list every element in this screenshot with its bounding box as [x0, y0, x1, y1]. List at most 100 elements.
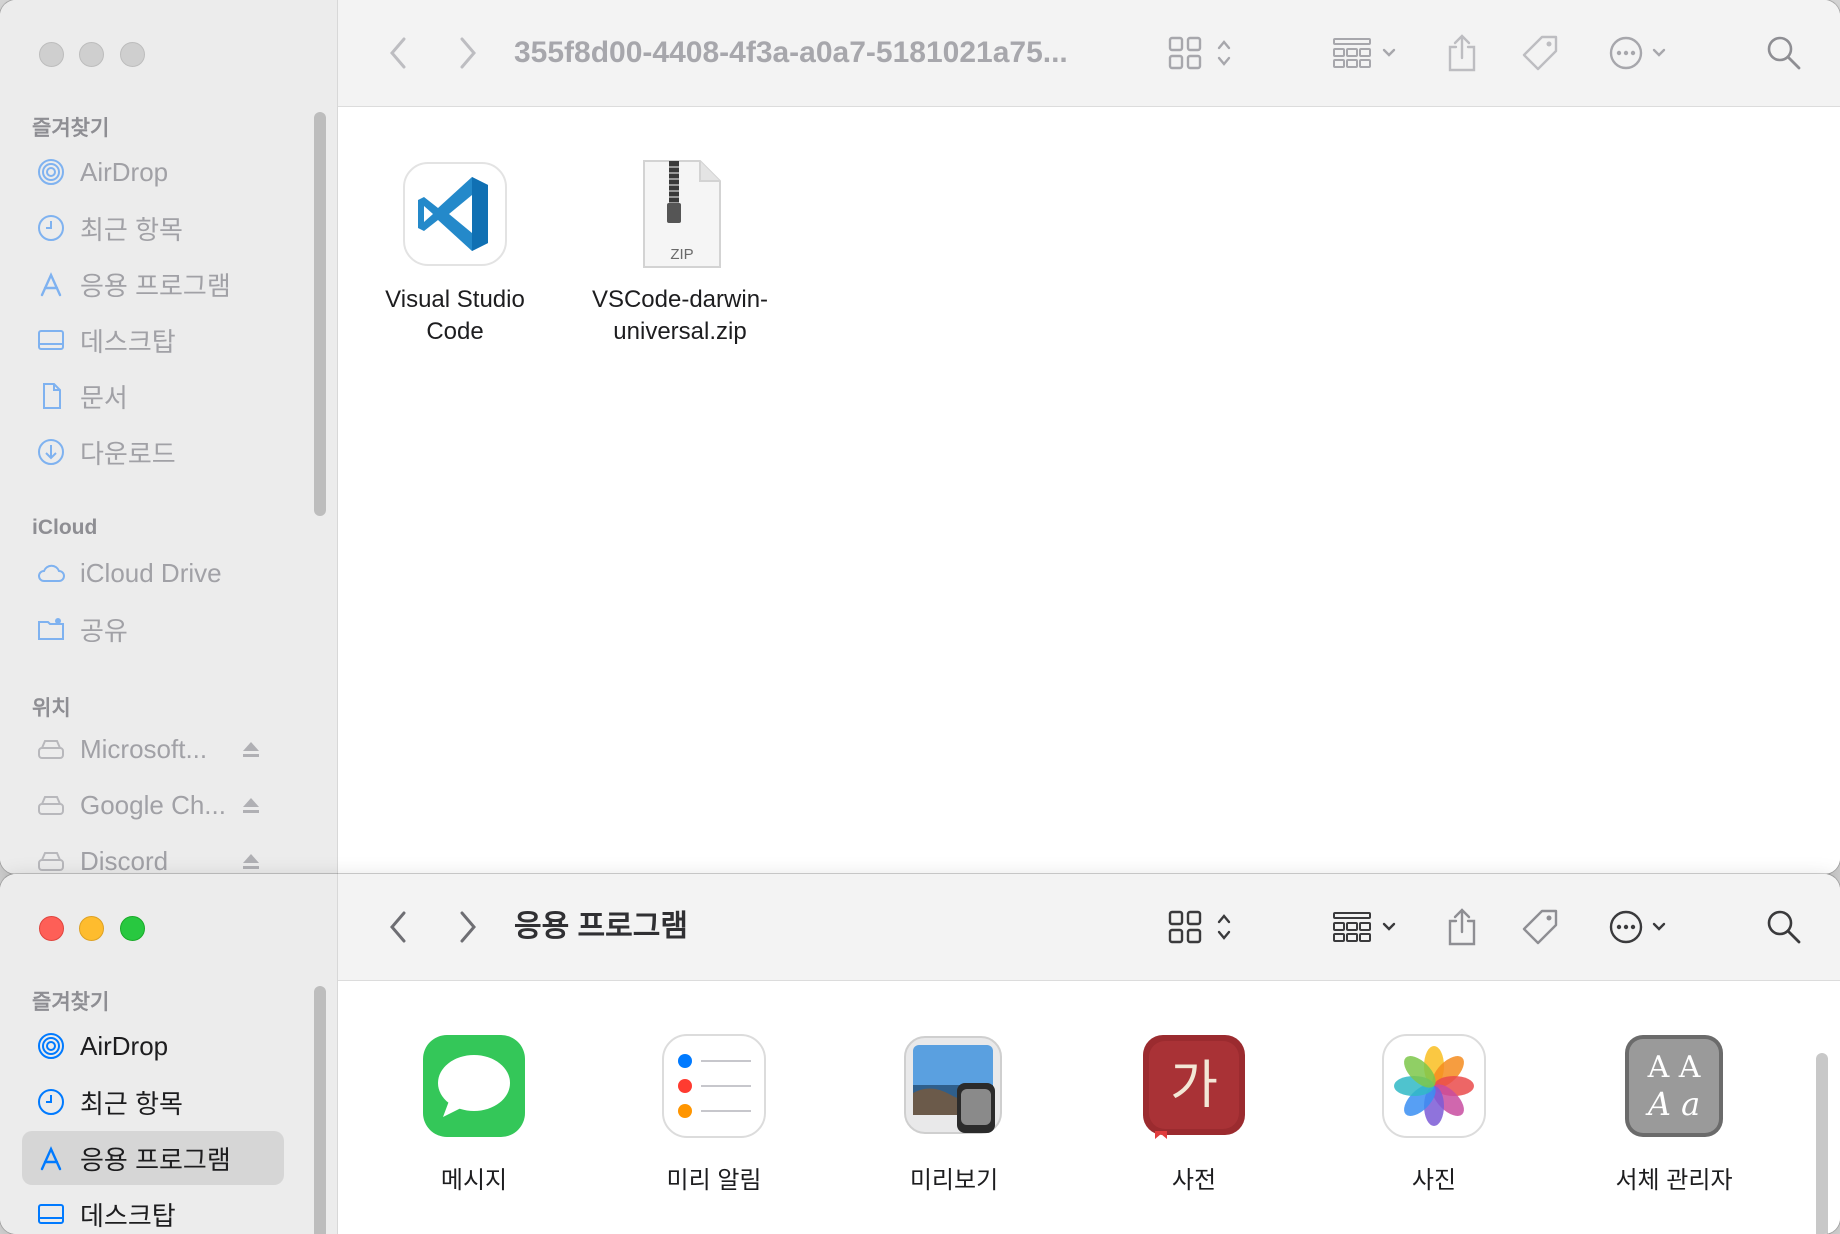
sidebar-item-airdrop[interactable]: AirDrop — [22, 1019, 284, 1073]
sidebar-item-shared[interactable]: 공유 — [22, 602, 284, 656]
view-mode-button[interactable] — [1168, 30, 1248, 76]
app-item-preview[interactable]: 미리보기 — [854, 1033, 1054, 1195]
sidebar-item-label: 응용 프로그램 — [80, 1144, 231, 1175]
drive-icon — [38, 796, 64, 815]
sidebar-item-label: 공유 — [80, 615, 128, 646]
more-actions-button[interactable] — [1608, 30, 1678, 76]
airdrop-icon — [38, 159, 64, 185]
back-button[interactable] — [378, 30, 418, 76]
search-button[interactable] — [1762, 904, 1806, 950]
minimize-button[interactable] — [79, 916, 104, 941]
sidebar-item-label: 문서 — [80, 382, 128, 413]
sidebar-item-desktop[interactable]: 데스크탑 — [22, 1187, 284, 1234]
drive-icon — [38, 852, 64, 871]
share-icon — [1448, 908, 1476, 946]
share-button[interactable] — [1442, 30, 1482, 76]
desktop-icon — [38, 1204, 64, 1224]
zoom-button[interactable] — [120, 916, 145, 941]
content-scrollbar[interactable] — [1816, 1053, 1828, 1234]
finder-window-applications: 즐겨찾기 AirDrop 최근 항목 응용 프로그램 데스크탑 응용 프로그램 … — [0, 874, 1840, 1234]
sidebar-item-applications[interactable]: 응용 프로그램 — [22, 1131, 284, 1185]
file-name-line2: Code — [426, 318, 484, 345]
document-icon — [43, 383, 61, 409]
sidebar-item-recents[interactable]: 최근 항목 — [22, 201, 284, 255]
sidebar-item-label: 최근 항목 — [80, 214, 183, 245]
sidebar-item-label: 응용 프로그램 — [80, 270, 231, 301]
more-actions-button[interactable] — [1608, 904, 1678, 950]
eject-icon[interactable] — [240, 738, 262, 760]
sidebar-item-recents[interactable]: 최근 항목 — [22, 1075, 284, 1129]
app-name: 미리보기 — [909, 1167, 999, 1194]
app-item-messages[interactable]: 메시지 — [374, 1033, 574, 1195]
zoom-button[interactable] — [120, 42, 145, 67]
sidebar-section-favorites: 즐겨찾기 — [32, 117, 110, 140]
file-item-vscode-zip[interactable]: ZIP VSCode-darwin- universal.zip — [575, 159, 785, 348]
group-button[interactable] — [1332, 30, 1404, 76]
sidebar-section-favorites: 즐겨찾기 — [32, 991, 110, 1014]
search-icon — [1767, 36, 1801, 70]
sidebar-item-label: AirDrop — [80, 1030, 169, 1061]
zip-file-icon: ZIP — [643, 160, 721, 268]
preview-icon — [904, 1036, 1002, 1134]
back-button[interactable] — [378, 904, 418, 950]
sidebar-item-location-discord[interactable]: Discord — [22, 834, 284, 874]
app-item-reminders[interactable]: 미리 알림 — [614, 1033, 814, 1195]
sidebar-item-desktop[interactable]: 데스크탑 — [22, 313, 284, 367]
share-icon — [1448, 34, 1476, 72]
sidebar-item-location-google-chrome[interactable]: Google Ch... — [22, 778, 284, 832]
group-icon — [1333, 38, 1396, 68]
sidebar-item-label: 데스크탑 — [80, 1200, 176, 1231]
applications-icon — [40, 1146, 62, 1171]
reminders-icon — [662, 1034, 766, 1138]
app-item-dictionary[interactable]: 가 사전 — [1094, 1033, 1294, 1195]
view-mode-button[interactable] — [1168, 904, 1248, 950]
sidebar-item-label: Microsoft... — [80, 733, 208, 764]
group-icon — [1333, 912, 1396, 942]
airdrop-icon — [38, 1033, 64, 1059]
sidebar-section-locations: 위치 — [32, 697, 71, 720]
sidebar-scrollbar[interactable] — [314, 112, 326, 516]
app-item-font-book[interactable]: A A A a 서체 관리자 — [1574, 1033, 1774, 1195]
search-icon — [1767, 910, 1801, 944]
sidebar-item-icloud-drive[interactable]: iCloud Drive — [22, 546, 284, 600]
file-area: Visual Studio Code ZIP VSCode-darwin- un… — [338, 107, 1840, 874]
messages-icon — [423, 1035, 525, 1137]
app-name: 서체 관리자 — [1615, 1167, 1733, 1194]
app-name: 미리 알림 — [666, 1167, 762, 1194]
shared-folder-icon — [38, 618, 64, 640]
close-button[interactable] — [39, 916, 64, 941]
share-button[interactable] — [1442, 904, 1482, 950]
search-button[interactable] — [1762, 30, 1806, 76]
font-book-icon: A A A a — [1625, 1035, 1723, 1137]
eject-icon[interactable] — [240, 794, 262, 816]
tag-button[interactable] — [1518, 30, 1562, 76]
sidebar-item-downloads[interactable]: 다운로드 — [22, 425, 284, 479]
sidebar-scrollbar[interactable] — [314, 986, 326, 1234]
ellipsis-circle-icon — [1609, 910, 1666, 944]
cloud-icon — [38, 564, 65, 582]
sidebar-item-location-microsoft[interactable]: Microsoft... — [22, 722, 284, 776]
group-button[interactable] — [1332, 904, 1404, 950]
minimize-button[interactable] — [79, 42, 104, 67]
file-item-vscode-app[interactable]: Visual Studio Code — [350, 159, 560, 348]
grid-view-icon — [1168, 36, 1231, 70]
eject-icon[interactable] — [240, 850, 262, 872]
sidebar-item-applications[interactable]: 응용 프로그램 — [22, 257, 284, 311]
tag-button[interactable] — [1518, 904, 1562, 950]
sidebar: 즐겨찾기 AirDrop 최근 항목 응용 프로그램 — [0, 874, 338, 1234]
clock-icon — [38, 1089, 64, 1115]
download-icon — [38, 439, 64, 465]
tag-icon — [1522, 35, 1558, 71]
close-button[interactable] — [39, 42, 64, 67]
file-name-line1: VSCode-darwin- — [591, 286, 769, 313]
file-name-line2: universal.zip — [613, 318, 747, 345]
sidebar-item-documents[interactable]: 문서 — [22, 369, 284, 423]
app-item-photos[interactable]: 사진 — [1334, 1033, 1534, 1195]
chevron-left-icon — [390, 37, 406, 69]
sidebar-item-label: Google Ch... — [80, 789, 226, 820]
grid-view-icon — [1168, 910, 1231, 944]
forward-button[interactable] — [448, 904, 488, 950]
sidebar-item-airdrop[interactable]: AirDrop — [22, 145, 284, 199]
tag-icon — [1522, 909, 1558, 945]
forward-button[interactable] — [448, 30, 488, 76]
